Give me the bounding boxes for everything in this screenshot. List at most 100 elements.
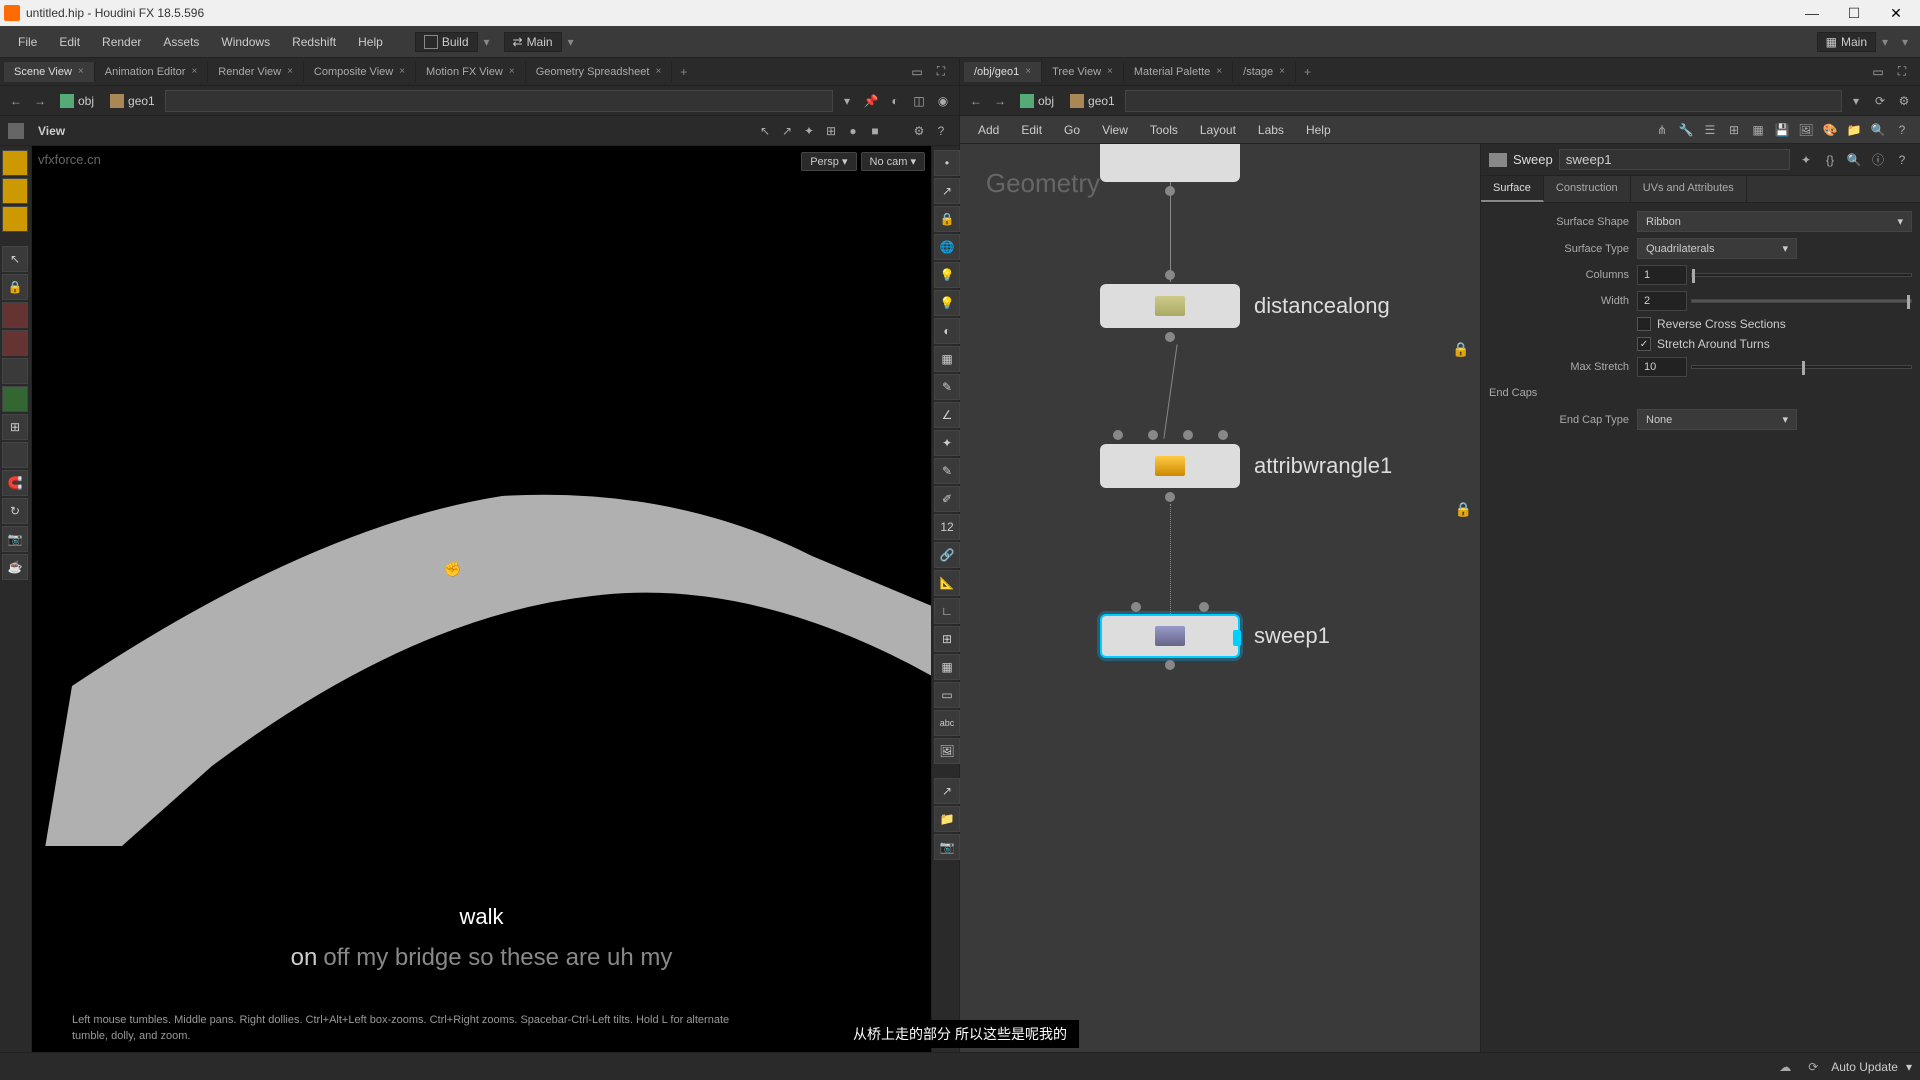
close-icon[interactable]: × — [1107, 66, 1113, 77]
sync-icon[interactable]: ⟳ — [1870, 91, 1890, 111]
wrench-icon[interactable]: 🔧 — [1676, 120, 1696, 140]
cursor-icon[interactable]: ↖ — [755, 121, 775, 141]
menu-windows[interactable]: Windows — [211, 31, 280, 53]
grid-icon[interactable]: ⊞ — [1724, 120, 1744, 140]
node-name-input[interactable] — [1559, 149, 1790, 170]
help-icon[interactable]: ? — [1892, 120, 1912, 140]
tab-stage[interactable]: /stage× — [1233, 62, 1296, 82]
select-surface-type[interactable]: Quadrilaterals▾ — [1637, 238, 1797, 259]
display-icon[interactable]: ◉ — [933, 91, 953, 111]
display-export[interactable]: ↗ — [934, 778, 960, 804]
chevron-down-icon[interactable]: ▾ — [1846, 91, 1866, 111]
auto-update-label[interactable]: Auto Update — [1831, 1060, 1898, 1074]
net-menu-add[interactable]: Add — [968, 119, 1009, 141]
desktop-selector-main[interactable]: ⇄ Main — [504, 32, 562, 52]
input-columns[interactable] — [1637, 265, 1687, 285]
display-bg[interactable]: ▦ — [934, 654, 960, 680]
tab-render-view[interactable]: Render View× — [208, 62, 304, 82]
display-grid[interactable]: ⊞ — [934, 626, 960, 652]
display-globe[interactable]: 🌐 — [934, 234, 960, 260]
param-tab-surface[interactable]: Surface — [1481, 176, 1544, 202]
snap-icon[interactable]: ⊞ — [821, 121, 841, 141]
path-geo1[interactable]: geo1 — [1064, 92, 1121, 110]
display-link[interactable]: 🔗 — [934, 542, 960, 568]
star-icon[interactable]: ✦ — [1796, 150, 1816, 170]
display-origin[interactable]: ✦ — [934, 430, 960, 456]
chevron-icon[interactable]: ▾ — [1878, 35, 1892, 49]
display-measure[interactable]: 📐 — [934, 570, 960, 596]
display-shadow[interactable]: ◐ — [934, 318, 960, 344]
menu-edit[interactable]: Edit — [49, 31, 90, 53]
cube-icon[interactable]: ◫ — [909, 91, 929, 111]
display-angle[interactable]: ∟ — [934, 598, 960, 624]
path-input[interactable] — [165, 90, 833, 112]
network-canvas[interactable]: Geometry distancealong 🔒 — [960, 144, 1480, 1052]
slider-width[interactable] — [1691, 299, 1912, 303]
close-icon[interactable]: × — [1216, 66, 1222, 77]
tab-geometry-spreadsheet[interactable]: Geometry Spreadsheet× — [526, 62, 673, 82]
tool-select[interactable] — [2, 150, 28, 176]
display-camera[interactable]: 📷 — [934, 834, 960, 860]
back-icon[interactable]: ← — [6, 91, 26, 111]
help-icon[interactable]: ? — [931, 121, 951, 141]
window-icon[interactable]: ▭ — [907, 62, 927, 82]
tab-add-button[interactable]: + — [1296, 61, 1319, 83]
net-menu-layout[interactable]: Layout — [1190, 119, 1246, 141]
tab-material-palette[interactable]: Material Palette× — [1124, 62, 1233, 82]
net-menu-labs[interactable]: Labs — [1248, 119, 1294, 141]
forward-icon[interactable]: → — [990, 91, 1010, 111]
display-normals[interactable]: ↗ — [934, 178, 960, 204]
pin-icon[interactable]: 📌 — [861, 91, 881, 111]
tab-animation-editor[interactable]: Animation Editor× — [95, 62, 209, 82]
stop-icon[interactable]: ■ — [865, 121, 885, 141]
net-menu-edit[interactable]: Edit — [1011, 119, 1052, 141]
search-icon[interactable]: 🔍 — [1844, 150, 1864, 170]
display-bulb[interactable]: 💡 — [934, 290, 960, 316]
menu-render[interactable]: Render — [92, 31, 151, 53]
tab-scene-view[interactable]: Scene View× — [4, 62, 95, 82]
display-number[interactable]: 12 — [934, 514, 960, 540]
tool-move[interactable] — [2, 358, 28, 384]
menu-file[interactable]: File — [8, 31, 47, 53]
palette-icon[interactable]: 🎨 — [1820, 120, 1840, 140]
image-icon[interactable]: 🖼 — [1796, 120, 1816, 140]
path-obj[interactable]: obj — [54, 92, 100, 110]
slider-columns[interactable] — [1691, 273, 1912, 277]
net-menu-help[interactable]: Help — [1296, 119, 1341, 141]
node-distancealong[interactable]: distancealong 🔒 — [1100, 284, 1390, 328]
close-icon[interactable]: × — [78, 66, 84, 77]
path-geo1[interactable]: geo1 — [104, 92, 161, 110]
expand-icon[interactable]: ⛶ — [1892, 62, 1912, 82]
checkbox-stretch[interactable]: ✓ — [1637, 337, 1651, 351]
slider-max-stretch[interactable] — [1691, 365, 1912, 369]
close-icon[interactable]: × — [191, 66, 197, 77]
forward-icon[interactable]: → — [30, 91, 50, 111]
code-icon[interactable]: {} — [1820, 150, 1840, 170]
list-icon[interactable]: ☰ — [1700, 120, 1720, 140]
tool-red2[interactable] — [2, 330, 28, 356]
display-image[interactable]: 🖼 — [934, 738, 960, 764]
close-icon[interactable]: × — [509, 66, 515, 77]
display-wire[interactable]: ✎ — [934, 374, 960, 400]
display-points[interactable]: • — [934, 150, 960, 176]
close-icon[interactable]: × — [287, 66, 293, 77]
tool-box[interactable] — [2, 206, 28, 232]
input-width[interactable] — [1637, 291, 1687, 311]
display-brush[interactable]: ✎ — [934, 458, 960, 484]
menu-help[interactable]: Help — [348, 31, 393, 53]
input-max-stretch[interactable] — [1637, 357, 1687, 377]
chevron-icon[interactable]: ▾ — [480, 35, 494, 49]
chevron-icon[interactable]: ▾ — [564, 35, 578, 49]
tool-teapot[interactable]: ☕ — [2, 554, 28, 580]
display-light[interactable]: 💡 — [934, 262, 960, 288]
chevron-down-icon[interactable]: ▾ — [837, 91, 857, 111]
minimize-button[interactable]: — — [1792, 0, 1832, 26]
expand-icon[interactable]: ⛶ — [931, 62, 951, 82]
help-icon[interactable]: ? — [1892, 150, 1912, 170]
tab-add-button[interactable]: + — [672, 61, 695, 83]
desktop-selector-main-right[interactable]: ▦ Main — [1817, 32, 1876, 52]
node-attribwrangle1[interactable]: attribwrangle1 🔒 — [1100, 444, 1392, 488]
fork-icon[interactable]: ⋔ — [1652, 120, 1672, 140]
checkbox-reverse[interactable] — [1637, 317, 1651, 331]
chevron-icon[interactable]: ▾ — [1898, 35, 1912, 49]
